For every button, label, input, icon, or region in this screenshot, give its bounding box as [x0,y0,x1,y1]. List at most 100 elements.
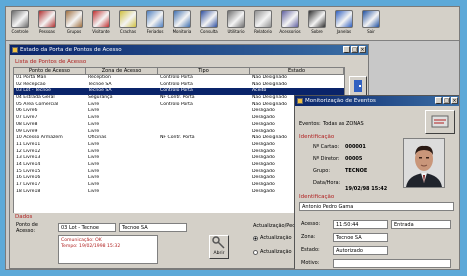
toolbar-button-relatorio[interactable]: Relatorio [251,7,275,39]
table-cell [158,162,250,169]
refresh-button[interactable] [349,76,367,96]
radio-option-1[interactable]: Actualização [253,235,292,241]
toolbar-button-pessoas[interactable]: Pessoas [35,7,59,39]
table-cell: Controlo Porta [160,75,193,80]
maximize-button[interactable]: □ [351,46,358,53]
windows-icon [335,10,353,28]
toolbar-button-feriados[interactable]: Feriados [143,7,167,39]
calendar-icon [146,10,164,28]
table-cell: Controlo Porta [160,81,193,87]
toolbar-button-visitante[interactable]: Visitante [89,7,113,39]
toolbar-button-label: Acessorios [279,29,301,34]
state-label: Estado: [301,247,320,253]
toolbar-button-janelas[interactable]: Janelas [332,7,356,39]
toolbar-button-monitoria[interactable]: Monitoria [170,7,194,39]
window-titlebar: Estado da Porta de Pontos de Acesso _ □ … [10,45,368,55]
col-header-access-point[interactable]: Ponto de Acesso [14,68,86,75]
table-cell [158,155,250,162]
table-cell: 15 Livre15 [16,168,41,174]
toolbar-button-label: Visitante [92,29,110,34]
toolbar-button-acessorios[interactable]: Acessorios [278,7,302,39]
dialog-minimize-button[interactable]: _ [435,97,442,104]
toolbar-button-label: Monitoria [172,29,192,34]
table-cell: 06 Livre6 [16,108,38,114]
window-app-icon [12,47,18,53]
zone-field-dialog: Tecnoe SA [333,233,388,242]
dialog-controls: _ □ × [434,97,458,104]
table-cell: Livre [88,175,100,181]
toolbar-button-label: Relatorio [254,29,272,34]
table-cell: Livre [88,128,100,134]
radio-selected-indicator [253,235,258,241]
open-door-button[interactable]: Abrir [209,235,229,259]
exit-icon [362,10,380,28]
toolbar-button-sair[interactable]: Sair [359,7,383,39]
details-section-label: Dados [15,214,33,220]
toolbar-button-label: Sobre [311,29,323,34]
toolbar-button-utilitario[interactable]: Utilitario [224,7,248,39]
portrait-image [404,139,444,187]
table-cell: 11 Livre11 [16,141,41,147]
table-cell: 04 Estrada Geral [16,95,55,101]
toolbar-button-controle[interactable]: Controle [8,7,32,39]
table-cell [158,149,250,156]
minimize-button[interactable]: _ [343,46,350,53]
radio-indicator [253,249,258,255]
radio-option-2-label: Actualização [260,249,292,255]
table-cell [158,115,250,122]
table-cell: 17 Livre17 [16,182,41,187]
col-header-type[interactable]: Tipo [158,68,250,75]
zone-field[interactable]: Tecnoe SA [119,223,187,232]
identification-section-2: Identificação [299,194,335,200]
toolbar-button-label: Controle [11,29,29,34]
event-monitor-dialog: Monitorização de Eventos _ □ × Eventos: … [294,95,459,269]
access-point-field[interactable]: 03 Lot - Tecnoe [58,223,116,232]
toolbar-button-label: Grupos [66,29,82,34]
table-cell: 14 Livre14 [16,161,41,167]
eye-icon [200,10,218,28]
table-cell: Nao Designado [252,81,287,87]
table-cell: Controlo Porta [160,101,193,107]
table-row[interactable]: 01 Porta Man Reception Controlo Porta Nao D… [14,75,344,82]
toolbar-button-sobre[interactable]: Sobre [305,7,329,39]
table-cell: Livre [88,121,100,127]
table-cell [158,129,250,136]
table-cell: Controlo Porta [160,88,193,94]
table-cell: 03 Lot - Tecnoe [16,88,51,94]
dialog-action-button[interactable] [425,110,455,134]
monitor-icon [11,10,29,28]
status-message-line: Tempo: 19/02/1998 15:32 [61,244,121,249]
table-cell: Livre [88,108,100,114]
toolbar-button-label: Consulta [200,29,218,34]
table-cell: Tecnoe SA [88,81,112,87]
close-button[interactable]: × [359,46,366,53]
dialog-titlebar: Monitorização de Eventos _ □ × [295,96,459,106]
table-cell: 08 Livre8 [16,121,38,127]
filter-icon [431,115,449,128]
monitor-screen-icon [173,10,191,28]
dialog-maximize-button[interactable]: □ [443,97,450,104]
toolbar-button-crachas[interactable]: Crachas [116,7,140,39]
table-cell: Livre [88,161,100,167]
table-cell [158,108,250,115]
identification-section: Identificação [299,134,335,140]
toolbar-button-consulta[interactable]: Consulta [197,7,221,39]
table-row[interactable]: 02 Recepcao Tecnoe SA Controlo Porta Nao De… [14,82,344,89]
toolbar-button-label: Janelas [336,29,352,34]
toolbar-button-label: Feriados [146,29,164,34]
window-title: Estado da Porta de Pontos de Acesso [20,47,122,53]
col-header-state[interactable]: Estado [250,68,344,75]
dialog-close-button[interactable]: × [451,97,458,104]
radio-option-2[interactable]: Actualização [253,249,292,255]
col-header-zone[interactable]: Zona de Acesso [86,68,158,75]
table-cell: NF Contr. Porta [160,135,195,141]
toolbar-button-grupos[interactable]: Grupos [62,7,86,39]
table-header: Ponto de Acesso Zona de Acesso Tipo Esta… [14,68,344,75]
table-cell: Nao Designado [252,75,287,80]
table-cell: Livre [88,115,100,121]
table-cell: Livre [88,155,100,161]
director-label: Nº Diretor: [313,156,340,162]
table-cell [158,122,250,129]
table-cell: Livre [88,141,100,147]
group-label: Grupo: [313,168,331,174]
